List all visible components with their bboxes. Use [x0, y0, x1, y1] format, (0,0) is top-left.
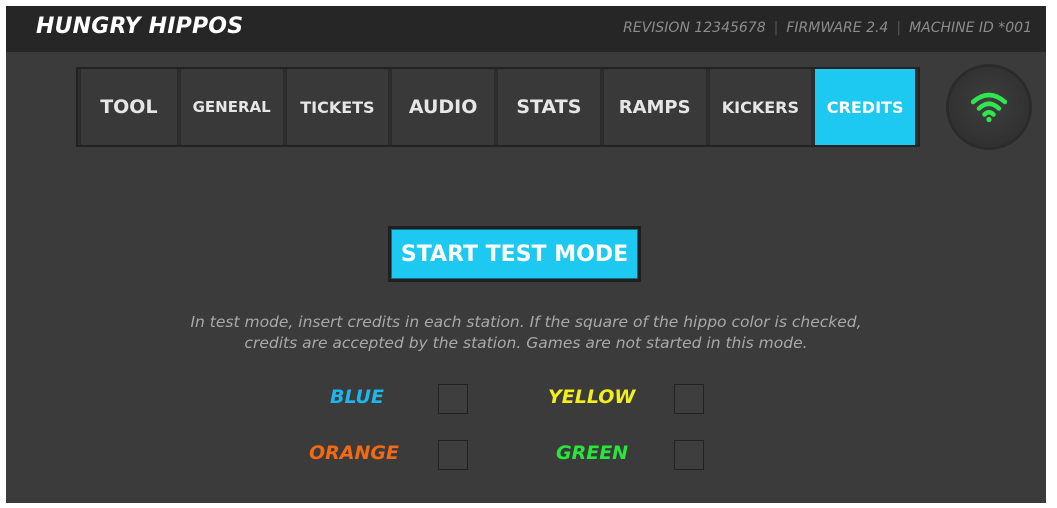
machine-info: REVISION 12345678 | FIRMWARE 2.4 | MACHINE I…: [623, 20, 1032, 36]
tab-label: STATS: [516, 96, 582, 118]
tab-ramps[interactable]: RAMPS: [602, 69, 707, 145]
connection-button[interactable]: [949, 67, 1029, 147]
revision-text: REVISION 12345678: [623, 20, 766, 36]
machine-id-text: MACHINE ID *001: [909, 20, 1032, 36]
station-label-green: GREEN: [556, 442, 629, 464]
station-label-yellow: YELLOW: [548, 386, 636, 408]
firmware-text: FIRMWARE 2.4: [786, 20, 889, 36]
tab-label: TICKETS: [300, 97, 375, 117]
tab-tool[interactable]: TOOL: [80, 69, 178, 145]
station-label-blue: BLUE: [330, 386, 384, 408]
station-checkbox-blue[interactable]: [438, 384, 468, 414]
station-label-orange: ORANGE: [309, 442, 399, 464]
tab-label: CREDITS: [826, 97, 904, 117]
tab-audio[interactable]: AUDIO: [391, 69, 496, 145]
tab-label: KICKERS: [721, 97, 800, 117]
tab-tickets[interactable]: TICKETS: [285, 69, 390, 145]
station-checkbox-green[interactable]: [674, 440, 704, 470]
separator: |: [896, 20, 902, 36]
app-title: HUNGRY HIPPOS: [36, 14, 244, 39]
station-checkbox-orange[interactable]: [438, 440, 468, 470]
tab-label: AUDIO: [408, 96, 478, 118]
tab-stats[interactable]: STATS: [497, 69, 601, 145]
tab-credits[interactable]: CREDITS: [814, 69, 917, 145]
instructions-text: In test mode, insert credits in each sta…: [66, 312, 986, 354]
tab-bar: TOOL GENERAL TICKETS AUDIO STATS RAMPS K…: [76, 67, 920, 147]
tab-general[interactable]: GENERAL: [179, 69, 284, 145]
instructions-line: credits are accepted by the station. Gam…: [244, 334, 808, 352]
tab-label: TOOL: [100, 96, 158, 118]
station-checkbox-yellow[interactable]: [674, 384, 704, 414]
tab-kickers[interactable]: KICKERS: [708, 69, 813, 145]
tab-label: RAMPS: [618, 96, 691, 118]
start-test-mode-button[interactable]: START TEST MODE: [388, 226, 641, 282]
tab-label: GENERAL: [192, 98, 271, 116]
top-bar: HUNGRY HIPPOS REVISION 12345678 | FIRMWARE…: [6, 6, 1046, 52]
app-window: HUNGRY HIPPOS REVISION 12345678 | FIRMWARE…: [6, 6, 1046, 503]
instructions-line: In test mode, insert credits in each sta…: [190, 313, 862, 331]
separator: |: [773, 20, 779, 36]
wifi-icon: [971, 92, 1007, 123]
